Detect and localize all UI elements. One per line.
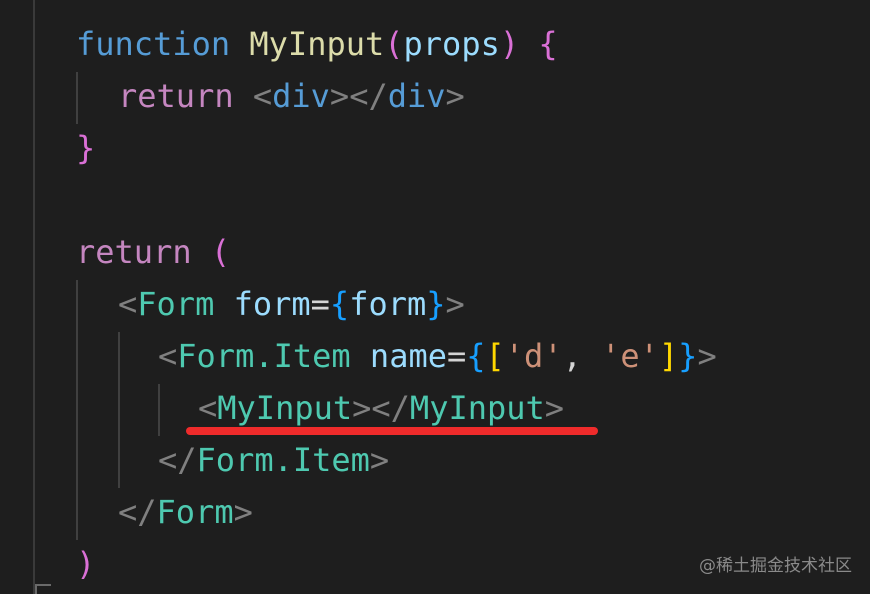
open-brace: {	[329, 285, 350, 323]
code-line-7[interactable]: <Form.Item name={['d', 'e']}>	[158, 330, 717, 382]
open-brace: {	[466, 337, 486, 375]
tag-form-item: Form.Item	[196, 441, 370, 479]
attr-name: name	[369, 337, 447, 375]
code-line-6[interactable]: <Form form={form}>	[118, 278, 465, 330]
value-form: form	[349, 285, 427, 323]
tag-div-close: div	[387, 77, 446, 115]
gutter-edge	[33, 0, 35, 594]
code-line-10[interactable]: </Form>	[118, 486, 253, 538]
tag-open-bracket: <	[158, 337, 178, 375]
tag-myinput-open: MyInput	[217, 389, 353, 427]
close-brace: }	[426, 285, 446, 323]
code-line-2[interactable]: return <div></div>	[118, 70, 465, 122]
tag-close-bracket: >	[369, 441, 390, 479]
indent-guide	[76, 280, 78, 540]
code-line-1[interactable]: function MyInput(props) {	[76, 18, 558, 70]
open-paren: (	[384, 25, 404, 63]
code-line-11[interactable]: )	[76, 538, 95, 590]
tag-form: Form	[156, 493, 234, 531]
tag-form: Form	[137, 285, 215, 323]
fold-marker	[35, 584, 51, 594]
tag-close-bracket: >	[697, 337, 717, 375]
tag-close-bracket: >	[445, 285, 465, 323]
tag-open-bracket: </	[158, 441, 197, 479]
watermark: @稀土掘金技术社区	[699, 556, 852, 576]
string-e: 'e'	[601, 337, 659, 375]
tag-form-item: Form.Item	[177, 337, 351, 375]
indent-guide	[118, 332, 120, 488]
function-name: MyInput	[249, 25, 385, 63]
tag-myinput-close: MyInput	[409, 389, 545, 427]
close-bracket: ]	[658, 337, 679, 375]
open-paren: (	[210, 233, 231, 271]
attr-equals: =	[310, 285, 330, 323]
close-brace: }	[678, 337, 698, 375]
close-paren: )	[499, 25, 520, 63]
tag-mid: ></	[352, 389, 410, 427]
param-props: props	[403, 25, 500, 63]
open-brace: {	[538, 25, 558, 63]
tag-open-bracket: <	[118, 285, 138, 323]
tag-open-bracket: <	[252, 77, 273, 115]
code-line-9[interactable]: </Form.Item>	[158, 434, 389, 486]
code-line-5[interactable]: return (	[76, 226, 230, 278]
indent-guide	[76, 72, 78, 124]
close-paren: )	[76, 545, 96, 583]
string-d: 'd'	[504, 337, 563, 375]
tag-open-bracket: </	[118, 493, 157, 531]
keyword-return: return	[118, 77, 234, 115]
close-brace: }	[76, 129, 96, 167]
keyword-return: return	[76, 233, 192, 271]
keyword-function: function	[76, 25, 231, 63]
tag-div-open: div	[272, 77, 330, 115]
tag-close-bracket: >	[445, 77, 465, 115]
code-line-3[interactable]: }	[76, 122, 95, 174]
attr-equals: =	[446, 337, 467, 375]
tag-close-bracket: >	[233, 493, 253, 531]
tag-close-bracket: >	[544, 389, 565, 427]
open-bracket: [	[485, 337, 505, 375]
code-editor[interactable]: function MyInput(props) { return <div></…	[0, 0, 870, 594]
tag-mid: ></	[329, 77, 388, 115]
tag-open-bracket: <	[198, 389, 218, 427]
attr-form: form	[233, 285, 311, 323]
indent-guide	[158, 384, 160, 436]
comma: ,	[562, 337, 582, 375]
